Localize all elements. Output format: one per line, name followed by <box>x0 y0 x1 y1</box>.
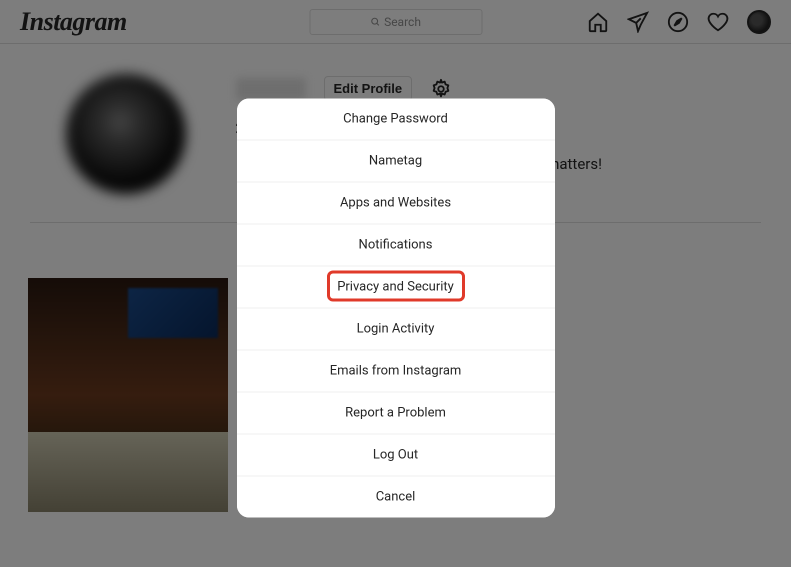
modal-item-report-problem[interactable]: Report a Problem <box>237 391 555 433</box>
modal-item-nametag[interactable]: Nametag <box>237 139 555 181</box>
modal-item-apps-websites[interactable]: Apps and Websites <box>237 181 555 223</box>
modal-item-notifications[interactable]: Notifications <box>237 223 555 265</box>
modal-item-privacy-security[interactable]: Privacy and Security <box>237 265 555 307</box>
modal-item-log-out[interactable]: Log Out <box>237 433 555 475</box>
modal-item-login-activity[interactable]: Login Activity <box>237 307 555 349</box>
settings-modal: Change Password Nametag Apps and Website… <box>237 98 555 517</box>
modal-item-emails[interactable]: Emails from Instagram <box>237 349 555 391</box>
modal-item-cancel[interactable]: Cancel <box>237 475 555 517</box>
modal-item-change-password[interactable]: Change Password <box>237 98 555 139</box>
